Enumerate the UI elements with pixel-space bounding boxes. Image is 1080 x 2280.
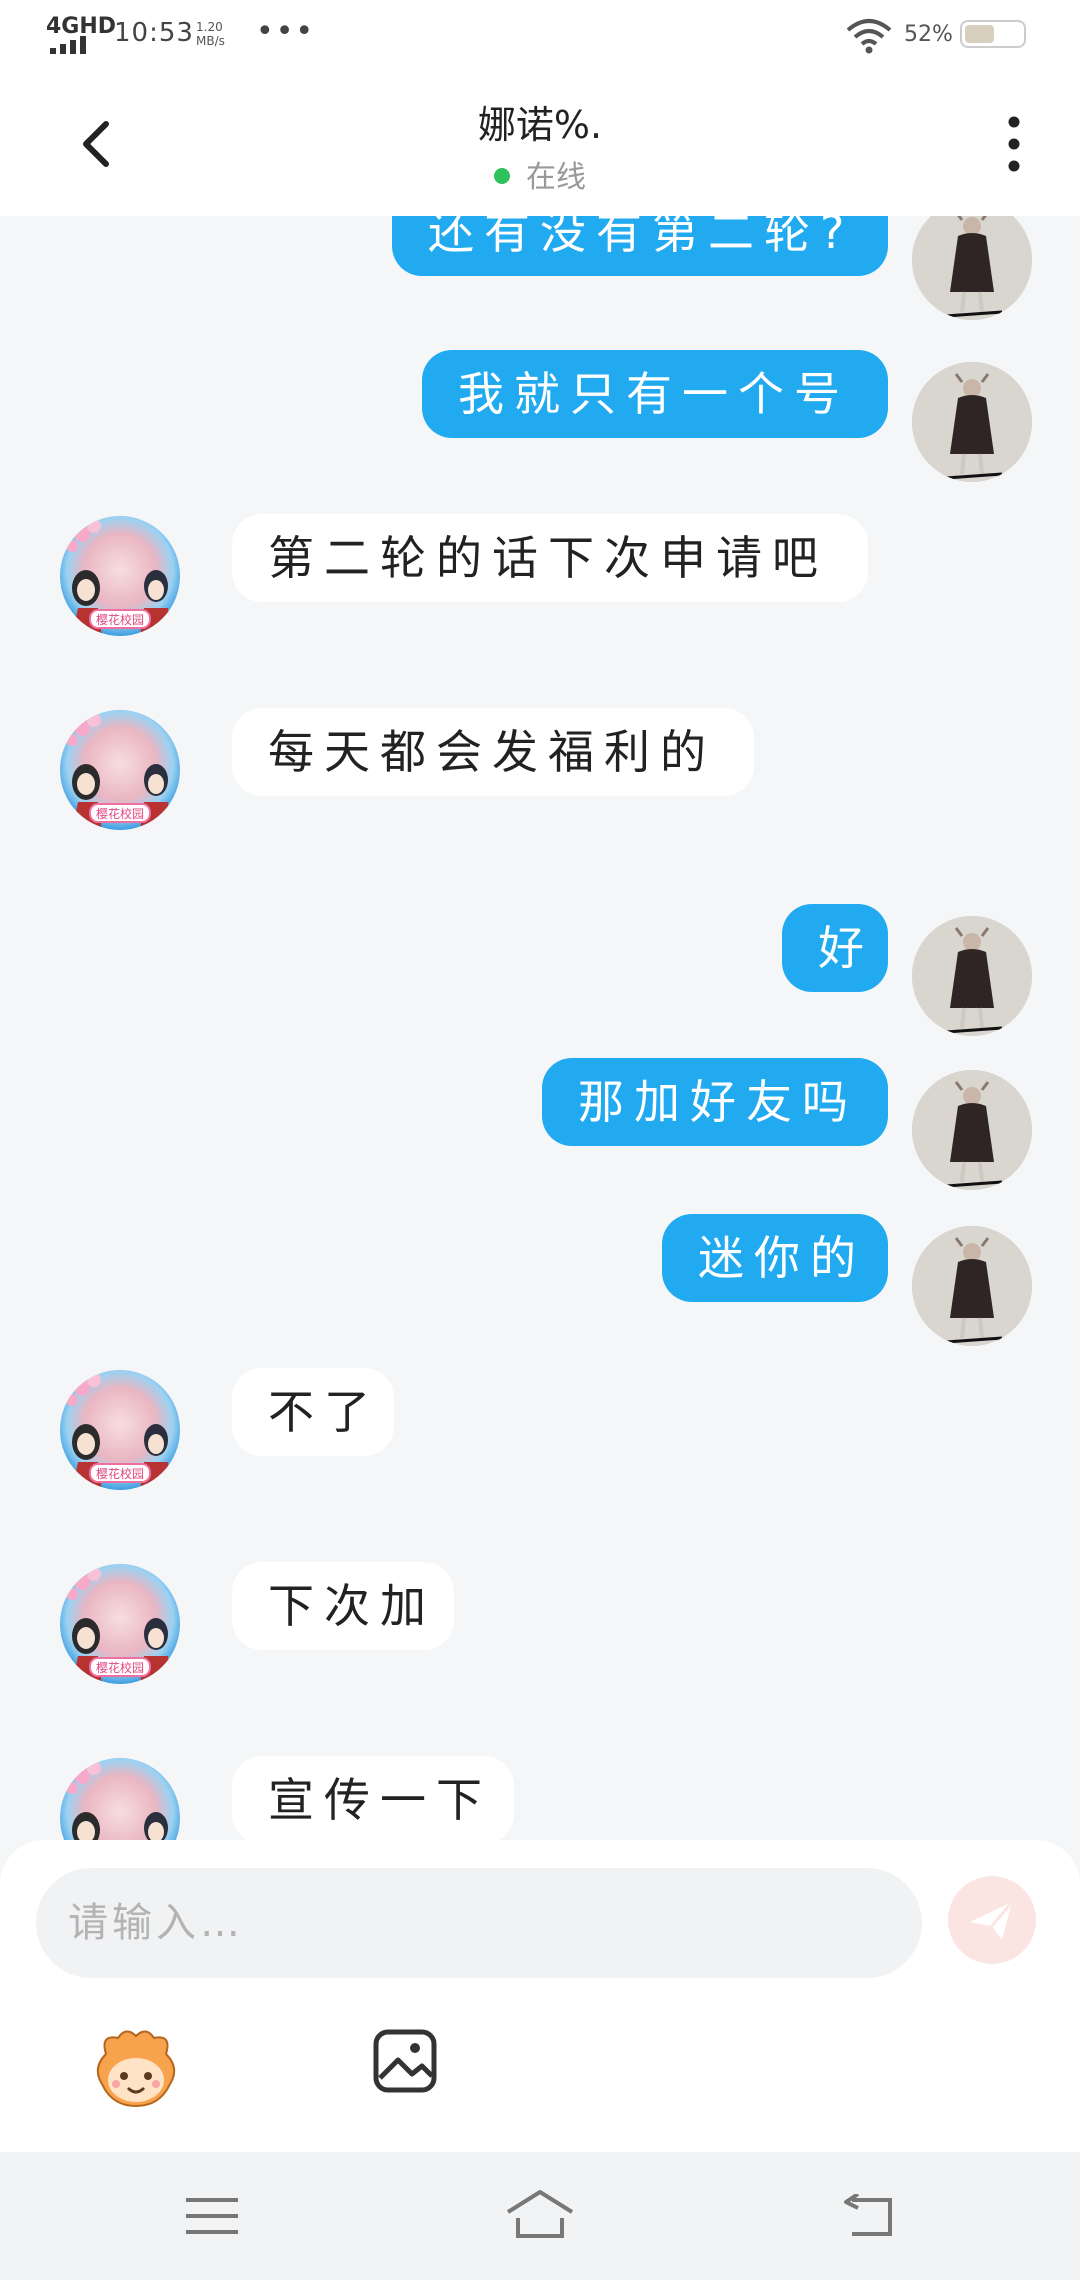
contact-avatar[interactable]: 樱花校园 (60, 1370, 180, 1490)
contact-avatar[interactable]: 樱花校园 (60, 516, 180, 636)
sent-message-bubble[interactable]: 那加好友吗 (542, 1058, 888, 1146)
system-nav-bar (0, 2152, 1080, 2280)
wifi-icon (846, 19, 892, 54)
sent-message-bubble[interactable]: 我就只有一个号 (422, 350, 888, 438)
sent-message-bubble[interactable]: 还有没有第二轮? (392, 216, 888, 276)
chat-header: 娜诺%. 在线 (0, 72, 1080, 216)
received-message-bubble[interactable]: 下次加 (232, 1562, 454, 1650)
message-row-sent: 那加好友吗 (0, 1058, 1080, 1198)
my-avatar[interactable] (912, 216, 1032, 320)
battery-percentage: 52% (904, 22, 953, 47)
battery-icon (960, 20, 1026, 48)
sent-message-bubble[interactable]: 迷你的 (662, 1214, 888, 1302)
avatar-badge-text: 樱花校园 (96, 1466, 144, 1481)
contact-avatar[interactable]: 樱花校园 (60, 1564, 180, 1684)
message-row-received: 樱花校园 每天都会发福利的 (0, 708, 1080, 848)
network-speed-value: 1.20 (196, 20, 223, 34)
clock: 10:53 (114, 18, 194, 48)
message-row-sent: 还有没有第二轮? (0, 216, 1080, 328)
menu-icon[interactable] (186, 2196, 238, 2236)
my-avatar[interactable] (912, 916, 1032, 1036)
status-bar: 4GHD 10:53 1.20 MB/s ••• 52% (0, 0, 1080, 72)
received-message-bubble[interactable]: 第二轮的话下次申请吧 (232, 514, 868, 602)
signal-icon (50, 36, 86, 54)
received-message-bubble[interactable]: 宣传一下 (232, 1756, 514, 1840)
message-row-received: 樱花校园 第二轮的话下次申请吧 (0, 514, 1080, 654)
more-notifications-icon: ••• (256, 14, 316, 49)
image-picker-button[interactable] (372, 2028, 438, 2094)
home-icon[interactable] (504, 2188, 576, 2240)
avatar-badge-text: 樱花校园 (96, 806, 144, 821)
message-row-received: 樱花校园 下次加 (0, 1562, 1080, 1702)
message-row-sent: 我就只有一个号 (0, 350, 1080, 490)
avatar-badge-text: 樱花校园 (96, 612, 144, 627)
my-avatar[interactable] (912, 1070, 1032, 1190)
message-row-sent: 好 (0, 904, 1080, 1044)
online-dot-icon (494, 167, 510, 184)
battery-level (965, 25, 994, 43)
my-avatar[interactable] (912, 362, 1032, 482)
return-icon[interactable] (842, 2194, 894, 2238)
my-avatar[interactable] (912, 1226, 1032, 1346)
send-button[interactable] (948, 1876, 1036, 1964)
composer-panel (0, 1840, 1080, 2152)
emoji-button[interactable] (90, 2024, 182, 2110)
more-options-button[interactable] (994, 112, 1034, 176)
contact-avatar[interactable]: 樱花校园 (60, 710, 180, 830)
sent-message-bubble[interactable]: 好 (782, 904, 888, 992)
message-row-received: 樱花校园宣传一下 (0, 1756, 1080, 1840)
received-message-bubble[interactable]: 不了 (232, 1368, 394, 1456)
presence-status: 在线 (0, 152, 1080, 196)
received-message-bubble[interactable]: 每天都会发福利的 (232, 708, 754, 796)
chat-title: 娜诺%. (477, 103, 603, 147)
contact-avatar[interactable]: 樱花校园 (60, 1758, 180, 1840)
message-row-sent: 迷你的 (0, 1214, 1080, 1354)
presence-label: 在线 (526, 160, 586, 195)
message-row-received: 樱花校园 不了 (0, 1368, 1080, 1508)
paper-plane-icon (970, 1901, 1014, 1940)
network-speed-unit: MB/s (196, 34, 225, 48)
avatar-badge-text: 樱花校园 (96, 1660, 144, 1675)
message-input[interactable] (36, 1868, 922, 1978)
message-list[interactable]: 还有没有第二轮? 我就只有一个号 樱花校园 第二轮的话下次申请吧 樱花校园 每天都会发福利… (0, 216, 1080, 1840)
network-speed: 1.20 MB/s (196, 20, 236, 48)
